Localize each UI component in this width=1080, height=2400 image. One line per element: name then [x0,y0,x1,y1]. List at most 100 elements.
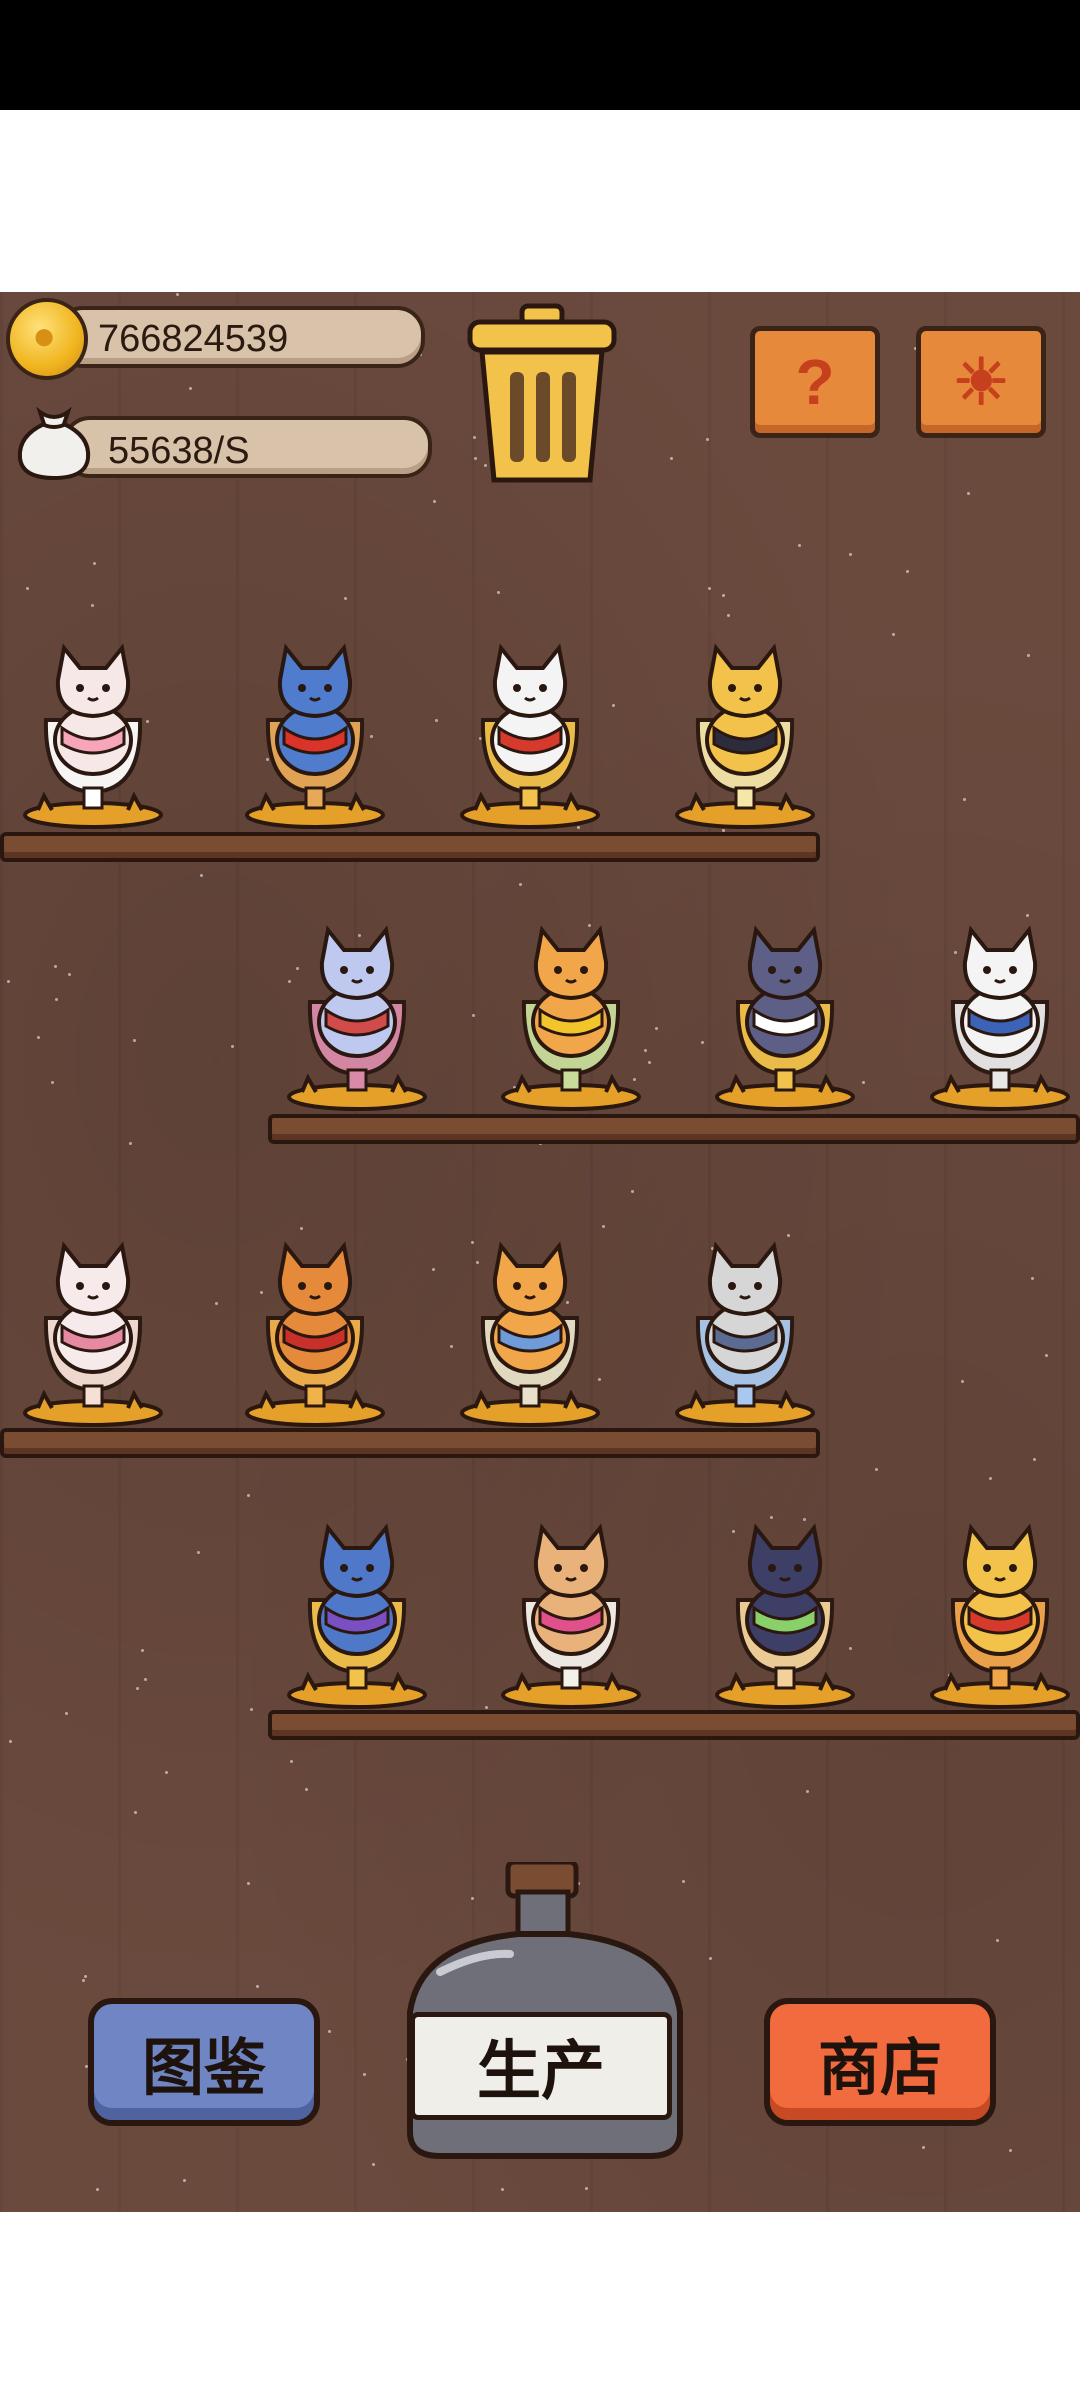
shelf-4 [268,1710,1080,1740]
background-speck [798,544,801,547]
orange-cat-with-sunflower-icon[interactable] [496,892,646,1112]
background-speck [996,1939,999,1942]
background-speck [963,798,966,801]
cat-with-red-hood-icon[interactable] [240,1208,390,1428]
blue-cat-in-layered-mug-icon[interactable] [240,610,390,830]
white-cat-in-blue-robe-icon[interactable] [925,892,1075,1112]
background-speck [701,1041,704,1044]
background-speck [892,633,895,636]
collection-button[interactable]: 图鉴 [88,1998,320,2126]
tabby-cat-pink-scarf-icon[interactable] [496,1490,646,1710]
produce-button[interactable]: 生产 [410,2012,672,2120]
gear-icon: ☀ [952,346,1010,418]
background-speck [849,553,852,556]
background-speck [862,1081,865,1084]
black-cat-in-tall-glass-icon[interactable] [710,1490,860,1710]
background-speck [585,2187,588,2190]
background-speck [144,1678,147,1681]
background-speck [906,570,909,573]
background-speck [231,1045,234,1048]
orange-cat-blue-cloak-icon[interactable] [455,1208,605,1428]
background-speck [433,500,436,503]
background-speck [165,1771,168,1774]
two-cats-in-beer-mug-icon[interactable] [710,892,860,1112]
coin-counter: 766824539 [98,318,289,360]
background-speck [26,587,29,590]
background-speck [722,594,725,597]
background-speck [84,1975,87,1978]
shelf-3 [0,1428,820,1458]
background-speck [497,591,500,594]
calico-cat-red-jacket-icon[interactable] [455,610,605,830]
background-speck [247,1882,250,1885]
yellow-cat-red-robe-icon[interactable] [925,1490,1075,1710]
background-speck [134,1811,137,1814]
background-speck [631,1190,634,1193]
background-speck [472,1014,475,1017]
background-speck [706,438,709,441]
background-speck [1009,2149,1012,2152]
background-speck [93,562,96,565]
background-speck [1027,654,1030,657]
background-speck [922,2146,925,2149]
background-speck [519,883,522,886]
income-rate: 55638/S [108,430,250,472]
background-speck [136,1687,139,1690]
background-speck [1031,1277,1034,1280]
shop-button[interactable]: 商店 [764,1998,996,2126]
grey-cat-in-blue-cup-icon[interactable] [670,1208,820,1428]
background-speck [961,1380,964,1383]
background-speck [133,1039,136,1042]
background-speck [91,604,94,607]
background-speck [670,457,673,460]
background-speck [709,1957,712,1960]
coin-icon [6,298,88,380]
background-speck [1033,1458,1036,1461]
background-speck [363,2073,366,2076]
money-bag-icon [17,406,91,480]
background-speck [215,1302,218,1305]
background-speck [256,1985,259,1988]
background-speck [183,2179,186,2182]
background-speck [65,1712,68,1715]
background-speck [250,1708,253,1711]
background-speck [612,704,615,707]
background-speck [806,1790,809,1793]
background-speck [9,1740,12,1743]
background-speck [37,1036,40,1039]
background-speck [450,1345,453,1348]
background-speck [141,1649,144,1652]
background-speck [200,874,203,877]
shelf-1 [0,832,820,862]
background-speck [328,2030,331,2033]
background-speck [68,973,71,976]
background-speck [708,587,711,590]
background-speck [7,980,10,983]
pink-cat-in-bowl-icon[interactable] [18,610,168,830]
settings-button[interactable]: ☀ [916,326,1046,438]
background-speck [432,1268,435,1271]
question-icon: ? [795,346,835,418]
background-speck [989,1477,992,1480]
yellow-cat-in-goblet-icon[interactable] [670,610,820,830]
background-speck [305,1788,308,1791]
trash-can-icon[interactable] [462,302,622,487]
wizard-cat-in-beer-icon[interactable] [282,1490,432,1710]
background-speck [648,1061,651,1064]
lavender-cat-in-glass-icon[interactable] [282,892,432,1112]
background-speck [1045,1354,1048,1357]
help-button[interactable]: ? [750,326,880,438]
background-speck [501,2188,504,2191]
background-speck [344,597,347,600]
background-speck [485,1706,488,1709]
background-speck [967,492,970,495]
background-speck [372,2163,375,2166]
background-speck [655,1027,658,1030]
white-cat-with-lute-icon[interactable] [18,1208,168,1428]
background-speck [129,1142,132,1145]
background-speck [189,387,192,390]
background-speck [176,293,179,296]
status-bar [0,0,1080,110]
background-speck [55,998,58,1001]
background-speck [82,1979,85,1982]
